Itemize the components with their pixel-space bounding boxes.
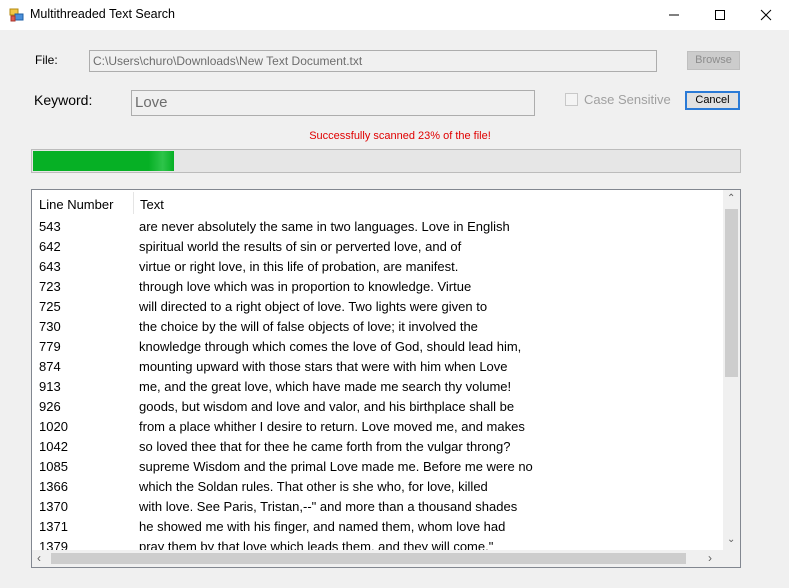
text-cell: from a place whither I desire to return.… (139, 419, 525, 434)
minimize-icon (669, 14, 679, 16)
table-row[interactable]: 926 goods, but wisdom and love and valor,… (32, 396, 722, 416)
table-row[interactable]: 723 through love which was in proportion … (32, 276, 722, 296)
vertical-scroll-thumb[interactable] (725, 209, 738, 377)
line-number-cell: 1020 (39, 419, 68, 434)
table-row[interactable]: 642 spiritual world the results of sin or… (32, 236, 722, 256)
text-cell: with love. See Paris, Tristan,--" and mo… (139, 499, 518, 514)
results-list[interactable]: Line Number Text 543 are never absolutely… (31, 189, 741, 568)
horizontal-scroll-thumb[interactable] (51, 553, 686, 564)
text-cell: knowledge through which comes the love o… (139, 339, 522, 354)
table-row[interactable]: 1020 from a place whither I desire to ret… (32, 416, 722, 436)
title-bar: Multithreaded Text Search (0, 0, 789, 30)
table-row[interactable]: 1366 which the Soldan rules. That other i… (32, 476, 722, 496)
keyword-label: Keyword: (34, 92, 93, 108)
progress-bar (31, 149, 741, 173)
line-number-cell: 730 (39, 319, 61, 334)
line-number-cell: 723 (39, 279, 61, 294)
horizontal-scrollbar[interactable]: ‹ › (32, 550, 740, 567)
text-cell: me, and the great love, which have made … (139, 379, 512, 394)
table-row[interactable]: 1371 he showed me with his finger, and na… (32, 516, 722, 536)
browse-button[interactable]: Browse (687, 51, 740, 70)
scroll-left-icon[interactable]: ‹ (37, 551, 41, 565)
keyword-field[interactable]: Love (131, 90, 535, 116)
app-icon (9, 8, 24, 22)
progress-fill (33, 151, 174, 171)
table-row[interactable]: 1370 with love. See Paris, Tristan,--" an… (32, 496, 722, 516)
column-header-line-number[interactable]: Line Number (39, 197, 113, 212)
table-row[interactable]: 874 mounting upward with those stars that… (32, 356, 722, 376)
table-row[interactable]: 543 are never absolutely the same in two … (32, 216, 722, 236)
line-number-cell: 1366 (39, 479, 68, 494)
line-number-cell: 543 (39, 219, 61, 234)
text-cell: which the Soldan rules. That other is sh… (139, 479, 488, 494)
text-cell: virtue or right love, in this life of pr… (139, 259, 459, 274)
scroll-up-icon[interactable]: ⌃ (727, 193, 735, 204)
maximize-button[interactable] (697, 0, 743, 30)
case-sensitive-checkbox[interactable] (565, 93, 578, 106)
line-number-cell: 1042 (39, 439, 68, 454)
line-number-cell: 642 (39, 239, 61, 254)
column-header-text[interactable]: Text (140, 197, 164, 212)
minimize-button[interactable] (651, 0, 697, 30)
results-header: Line Number Text (32, 190, 722, 216)
results-rows: 543 are never absolutely the same in two … (32, 216, 722, 556)
scroll-right-icon[interactable]: › (708, 551, 712, 565)
table-row[interactable]: 1042 so loved thee that for thee he came … (32, 436, 722, 456)
close-icon (760, 9, 772, 21)
cancel-button[interactable]: Cancel (685, 91, 740, 110)
text-cell: goods, but wisdom and love and valor, an… (139, 399, 515, 414)
table-row[interactable]: 730 the choice by the will of false objec… (32, 316, 722, 336)
table-row[interactable]: 779 knowledge through which comes the lov… (32, 336, 722, 356)
text-cell: are never absolutely the same in two lan… (139, 219, 510, 234)
line-number-cell: 725 (39, 299, 61, 314)
line-number-cell: 874 (39, 359, 61, 374)
table-row[interactable]: 913 me, and the great love, which have ma… (32, 376, 722, 396)
close-button[interactable] (743, 0, 789, 30)
line-number-cell: 1370 (39, 499, 68, 514)
status-message: Successfully scanned 23% of the file! (309, 130, 491, 142)
line-number-cell: 1085 (39, 459, 68, 474)
maximize-icon (715, 10, 725, 20)
file-path-field[interactable]: C:\Users\churo\Downloads\New Text Docume… (89, 50, 657, 72)
scroll-down-icon[interactable]: ⌄ (727, 534, 735, 545)
text-cell: he showed me with his finger, and named … (139, 519, 506, 534)
table-row[interactable]: 643 virtue or right love, in this life of… (32, 256, 722, 276)
text-cell: through love which was in proportion to … (139, 279, 472, 294)
table-row[interactable]: 1085 supreme Wisdom and the primal Love m… (32, 456, 722, 476)
window-title: Multithreaded Text Search (30, 7, 175, 21)
text-cell: so loved thee that for thee he came fort… (139, 439, 511, 454)
line-number-cell: 913 (39, 379, 61, 394)
text-cell: the choice by the will of false objects … (139, 319, 478, 334)
line-number-cell: 779 (39, 339, 61, 354)
text-cell: spiritual world the results of sin or pe… (139, 239, 462, 254)
line-number-cell: 643 (39, 259, 61, 274)
line-number-cell: 926 (39, 399, 61, 414)
text-cell: mounting upward with those stars that we… (139, 359, 508, 374)
vertical-scrollbar[interactable]: ⌃ ⌄ (723, 190, 740, 550)
table-row[interactable]: 725 will directed to a right object of lo… (32, 296, 722, 316)
file-label: File: (35, 53, 58, 67)
column-separator[interactable] (133, 192, 134, 214)
text-cell: will directed to a right object of love.… (139, 299, 488, 314)
line-number-cell: 1371 (39, 519, 68, 534)
text-cell: supreme Wisdom and the primal Love made … (139, 459, 533, 474)
case-sensitive-label[interactable]: Case Sensitive (584, 92, 671, 107)
